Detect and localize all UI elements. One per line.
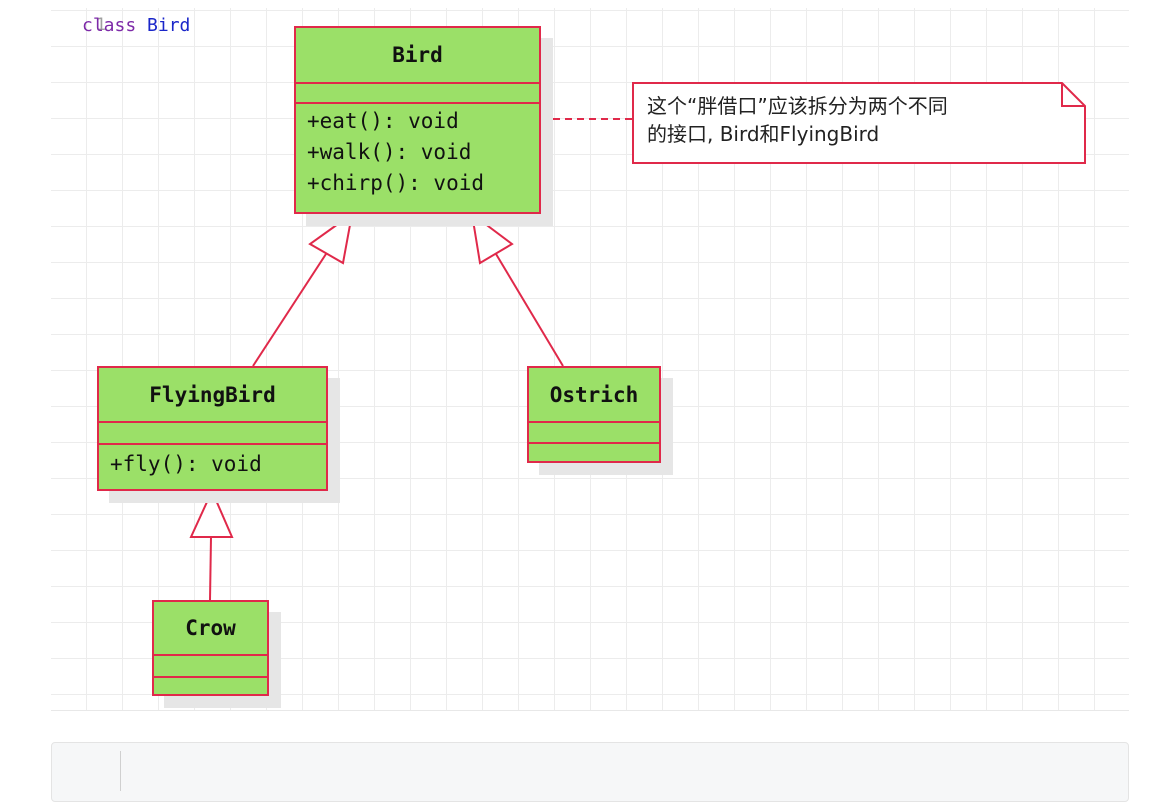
code-keyword: class [82, 15, 137, 36]
code-gutter-divider [120, 751, 121, 791]
attributes-compartment-flyingbird [99, 423, 326, 445]
inheritance-arrowhead-flyingbird [308, 211, 354, 265]
methods-compartment-flyingbird: +fly(): void [99, 445, 326, 480]
code-block [51, 742, 1129, 802]
method-walk: +walk(): void [307, 140, 472, 164]
class-name-crow: Crow [154, 602, 267, 656]
methods-compartment-ostrich [529, 444, 659, 461]
class-name-flyingbird: FlyingBird [99, 368, 326, 423]
attributes-compartment-crow [154, 656, 267, 678]
code-line: class Bird [82, 15, 190, 36]
code-class-name: Bird [147, 15, 191, 36]
inheritance-line-flyingbird [252, 253, 327, 367]
method-chirp: +chirp(): void [307, 171, 485, 195]
inheritance-line-crow [209, 536, 212, 601]
methods-compartment-bird: +eat(): void +walk(): void +chirp(): voi… [296, 104, 539, 199]
class-ostrich[interactable]: Ostrich [527, 366, 661, 463]
class-name-bird: Bird [296, 28, 539, 84]
class-name-ostrich: Ostrich [529, 368, 659, 423]
methods-compartment-crow [154, 678, 267, 694]
method-eat: +eat(): void [307, 109, 459, 133]
method-fly: +fly(): void [110, 452, 262, 476]
note-text: 这个“胖借口”应该拆分为两个不同 的接口, Bird和FlyingBird [647, 94, 948, 146]
class-crow[interactable]: Crow [152, 600, 269, 696]
inheritance-line-ostrich [495, 253, 564, 367]
attributes-compartment-ostrich [529, 423, 659, 444]
attributes-compartment-bird [296, 84, 539, 104]
class-flyingbird[interactable]: FlyingBird +fly(): void [97, 366, 328, 491]
inheritance-arrowhead-ostrich [470, 211, 514, 265]
inheritance-arrowhead-crow [189, 488, 234, 538]
class-bird[interactable]: Bird +eat(): void +walk(): void +chirp()… [294, 26, 541, 214]
